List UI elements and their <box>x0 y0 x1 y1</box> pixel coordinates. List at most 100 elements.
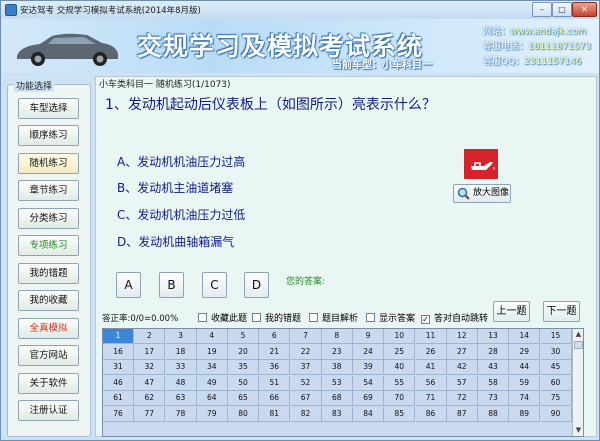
question-number-cell[interactable]: 38 <box>321 360 353 376</box>
question-number-cell[interactable]: 82 <box>290 407 322 422</box>
question-number-cell[interactable]: 53 <box>321 375 353 391</box>
question-number-cell[interactable]: 32 <box>134 360 166 376</box>
question-number-cell[interactable]: 61 <box>103 391 134 407</box>
title-bar[interactable]: 安达驾考 交规学习模拟考试系统(2014年8月版) – □ ✕ <box>1 1 599 19</box>
question-number-cell[interactable]: 54 <box>353 375 384 391</box>
question-number-cell[interactable]: 41 <box>415 360 447 376</box>
question-number-cell[interactable]: 34 <box>196 360 228 376</box>
question-number-cell[interactable]: 58 <box>478 375 509 391</box>
question-number-cell[interactable]: 10 <box>384 329 416 344</box>
question-number-cell[interactable]: 83 <box>321 407 353 422</box>
question-number-cell[interactable]: 73 <box>478 391 509 407</box>
question-number-cell[interactable]: 88 <box>478 407 509 422</box>
question-number-cell[interactable]: 69 <box>353 391 384 407</box>
question-number-cell[interactable]: 9 <box>353 329 384 344</box>
question-number-cell[interactable]: 55 <box>384 375 416 391</box>
question-number-cell[interactable]: 62 <box>134 391 166 407</box>
favorite-checkbox[interactable]: 收藏此题 <box>198 311 247 324</box>
question-number-cell[interactable]: 12 <box>446 329 478 344</box>
sidebar-item-vehicle-select[interactable]: 车型选择 <box>18 98 79 119</box>
question-number-cell[interactable]: 50 <box>228 375 259 391</box>
question-number-cell[interactable]: 37 <box>290 360 322 376</box>
question-number-cell[interactable]: 36 <box>259 360 291 376</box>
sidebar-item-special[interactable]: 专项练习 <box>18 235 79 256</box>
question-number-cell[interactable]: 48 <box>165 375 197 391</box>
question-number-cell[interactable]: 68 <box>321 391 353 407</box>
question-number-cell[interactable]: 47 <box>134 375 166 391</box>
question-number-cell[interactable]: 59 <box>509 375 541 391</box>
question-number-cell[interactable]: 35 <box>228 360 259 376</box>
question-number-cell[interactable]: 66 <box>259 391 291 407</box>
question-number-cell[interactable]: 56 <box>415 375 447 391</box>
sidebar-item-register[interactable]: 注册认证 <box>18 400 79 421</box>
checkbox-box-checked[interactable]: ✓ <box>421 315 430 324</box>
question-number-cell[interactable]: 2 <box>134 329 166 344</box>
question-number-cell[interactable]: 63 <box>165 391 197 407</box>
answer-b-button[interactable]: B <box>159 272 184 298</box>
question-number-cell[interactable]: 75 <box>540 391 572 407</box>
question-number-cell[interactable]: 8 <box>321 329 353 344</box>
question-number-cell[interactable]: 25 <box>384 344 416 360</box>
question-number-cell[interactable]: 78 <box>165 407 197 422</box>
auto-jump-checkbox[interactable]: ✓ 答对自动跳转 <box>421 311 488 324</box>
question-number-cell[interactable]: 5 <box>228 329 259 344</box>
question-number-cell[interactable]: 19 <box>196 344 228 360</box>
sidebar-item-chapter[interactable]: 章节练习 <box>18 180 79 201</box>
question-number-cell[interactable]: 60 <box>540 375 572 391</box>
question-number-cell[interactable]: 79 <box>196 407 228 422</box>
question-number-cell[interactable]: 6 <box>259 329 291 344</box>
question-number-cell[interactable]: 16 <box>103 344 134 360</box>
question-number-cell[interactable]: 89 <box>509 407 541 422</box>
question-number-cell[interactable]: 17 <box>134 344 166 360</box>
question-number-cell[interactable]: 70 <box>384 391 416 407</box>
question-number-cell[interactable]: 13 <box>478 329 509 344</box>
question-number-cell[interactable]: 44 <box>509 360 541 376</box>
question-number-cell[interactable]: 11 <box>415 329 447 344</box>
sidebar-item-category[interactable]: 分类练习 <box>18 208 79 229</box>
question-number-cell[interactable]: 84 <box>353 407 384 422</box>
sidebar-item-my-favorites[interactable]: 我的收藏 <box>18 290 79 311</box>
grid-scrollbar[interactable]: ▲ ▼ <box>572 329 583 436</box>
question-number-cell[interactable]: 46 <box>103 375 134 391</box>
maximize-button[interactable]: □ <box>552 2 572 17</box>
question-number-cell[interactable]: 30 <box>540 344 572 360</box>
answer-d-button[interactable]: D <box>244 272 269 298</box>
question-number-cell[interactable]: 4 <box>196 329 228 344</box>
scroll-thumb[interactable] <box>574 341 583 349</box>
checkbox-box[interactable] <box>252 313 261 322</box>
sidebar-item-sequential[interactable]: 顺序练习 <box>18 125 79 146</box>
question-number-cell[interactable]: 81 <box>259 407 291 422</box>
question-number-cell[interactable]: 29 <box>509 344 541 360</box>
answer-a-button[interactable]: A <box>116 272 141 298</box>
question-number-cell[interactable]: 21 <box>259 344 291 360</box>
question-number-cell[interactable]: 40 <box>384 360 416 376</box>
scroll-down-arrow[interactable]: ▼ <box>573 425 583 436</box>
question-number-cell[interactable]: 43 <box>478 360 509 376</box>
mistakes-checkbox[interactable]: 我的错题 <box>252 311 301 324</box>
next-question-button[interactable]: 下一题 <box>543 301 580 322</box>
scroll-up-arrow[interactable]: ▲ <box>573 329 583 340</box>
question-number-cell[interactable]: 18 <box>165 344 197 360</box>
show-answer-checkbox[interactable]: 显示答案 <box>366 311 415 324</box>
analysis-checkbox[interactable]: 题目解析 <box>309 311 358 324</box>
question-number-cell[interactable]: 51 <box>259 375 291 391</box>
sidebar-item-mock-exam[interactable]: 全真模拟 <box>18 318 79 339</box>
minimize-button[interactable]: – <box>532 2 552 17</box>
question-number-cell[interactable]: 85 <box>384 407 416 422</box>
question-number-cell[interactable]: 71 <box>415 391 447 407</box>
close-button[interactable]: ✕ <box>572 2 597 17</box>
question-number-cell[interactable]: 27 <box>446 344 478 360</box>
prev-question-button[interactable]: 上一题 <box>493 301 530 322</box>
question-number-cell[interactable]: 42 <box>446 360 478 376</box>
question-number-cell[interactable]: 80 <box>228 407 259 422</box>
question-number-cell[interactable]: 3 <box>165 329 197 344</box>
question-number-cell[interactable]: 1 <box>103 329 134 344</box>
question-number-cell[interactable]: 77 <box>134 407 166 422</box>
question-number-cell[interactable]: 57 <box>446 375 478 391</box>
question-number-cell[interactable]: 86 <box>415 407 447 422</box>
question-number-cell[interactable]: 33 <box>165 360 197 376</box>
checkbox-box[interactable] <box>198 313 207 322</box>
question-number-cell[interactable]: 49 <box>196 375 228 391</box>
question-number-cell[interactable]: 74 <box>509 391 541 407</box>
question-number-cell[interactable]: 76 <box>103 407 134 422</box>
